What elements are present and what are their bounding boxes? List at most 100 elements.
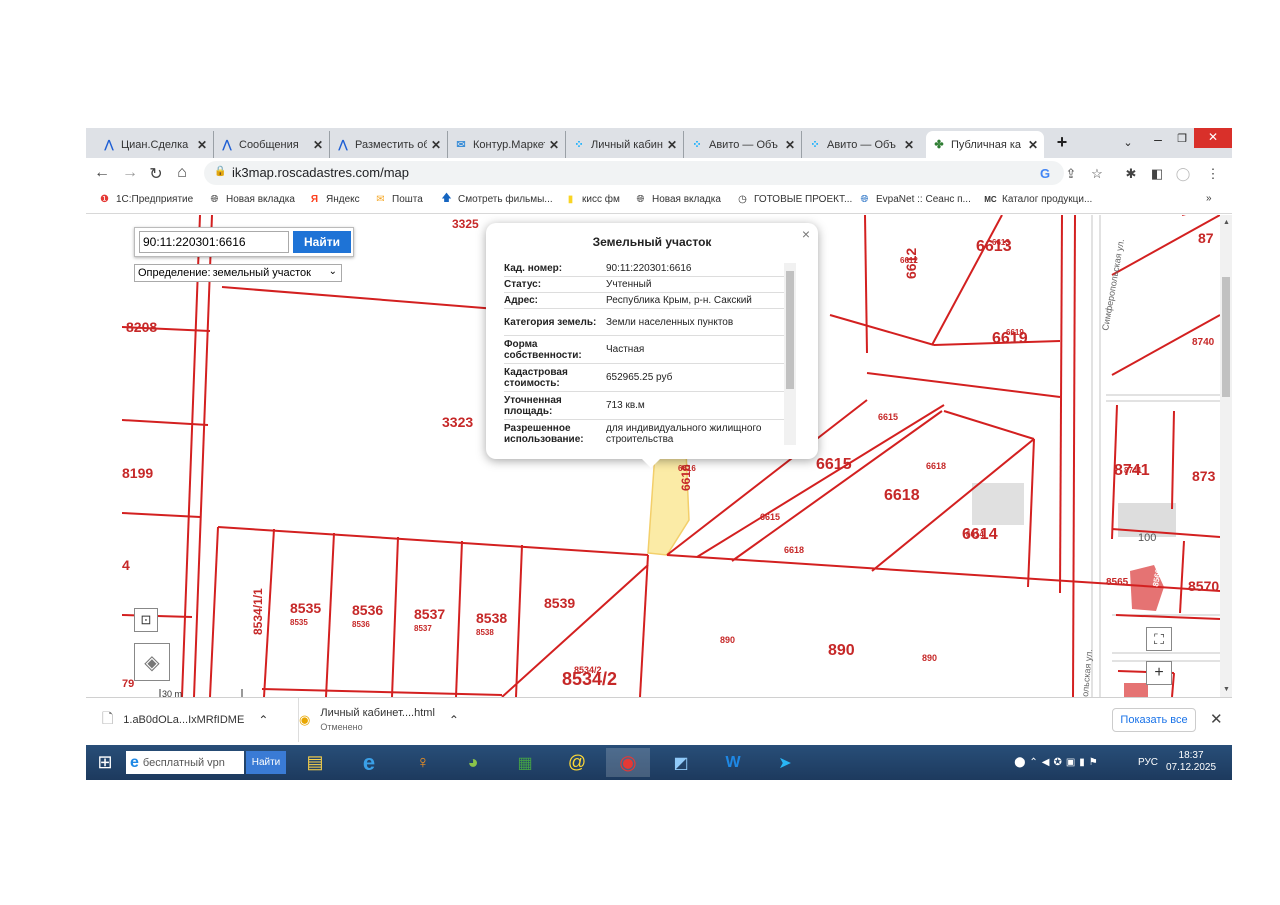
row-key: Разрешенное использование: bbox=[504, 423, 584, 445]
bookmark-evpanet[interactable]: 🌐︎ EvpaNet :: Сеанс п... bbox=[858, 193, 971, 206]
tab-kontur[interactable]: ✉ Контур.Маркет ✕ bbox=[448, 131, 566, 158]
bookmark-new-tab-2[interactable]: 🌐︎ Новая вкладка bbox=[634, 193, 721, 206]
bookmark-1c[interactable]: ❶ 1С:Предприятие bbox=[98, 193, 193, 206]
share-icon[interactable]: ⇪ bbox=[1062, 166, 1080, 182]
address-bar: ← → ↻ ⌂ 🔒 ik3map.roscadastres.com/map G … bbox=[86, 158, 1232, 188]
map-label: 8536 bbox=[352, 620, 370, 629]
odnoklassniki-icon[interactable]: ♀ bbox=[408, 748, 438, 777]
scroll-down-icon[interactable]: ▼ bbox=[1223, 686, 1230, 693]
bookmarks-overflow-icon[interactable]: » bbox=[1206, 193, 1212, 204]
close-icon[interactable]: ✕ bbox=[667, 138, 677, 152]
bookmark-movies[interactable]: 🡅 Смотреть фильмы... bbox=[440, 193, 552, 206]
map-label: 4 bbox=[122, 557, 130, 573]
chevron-down-icon: ⌄ bbox=[328, 266, 337, 277]
scrollbar-thumb[interactable] bbox=[1222, 277, 1230, 397]
tab-messages[interactable]: ⋀ Сообщения ✕ bbox=[214, 131, 330, 158]
bookmark-kiss-fm[interactable]: ▮ кисс фм bbox=[564, 193, 620, 206]
avito-icon: ⁘ bbox=[810, 139, 820, 151]
file-explorer-icon[interactable]: ▤ bbox=[300, 748, 330, 777]
map-label: 890 bbox=[828, 642, 855, 659]
popup-scrollbar[interactable] bbox=[784, 263, 796, 445]
bookmark-label: Яндекс bbox=[326, 194, 360, 205]
close-icon[interactable]: ✕ bbox=[1210, 710, 1223, 728]
search-button[interactable]: Найти bbox=[293, 231, 351, 253]
cian-icon: ⋀ bbox=[104, 139, 114, 151]
close-icon[interactable]: ✕ bbox=[431, 138, 441, 152]
back-icon[interactable]: ← bbox=[92, 164, 112, 182]
windows-start-icon[interactable]: ⊞ bbox=[92, 748, 118, 777]
network-app-icon[interactable]: ◩ bbox=[666, 748, 696, 777]
download-item[interactable]: 🗋 1.aB0dOLa...IxMRfIDME ⌃ bbox=[102, 698, 282, 742]
language-indicator[interactable]: РУС bbox=[1138, 757, 1158, 768]
download-name: 1.aB0dOLa...IxMRfIDME bbox=[123, 714, 245, 726]
map-label: 8536 bbox=[352, 602, 383, 618]
chrome-icon: ◉ bbox=[299, 712, 311, 727]
new-tab-button[interactable]: + bbox=[1052, 133, 1072, 153]
popup-scrollbar-thumb[interactable] bbox=[786, 271, 794, 389]
bookmark-label: EvpaNet :: Сеанс п... bbox=[876, 194, 971, 205]
ruler-icon[interactable]: ⊡ bbox=[134, 608, 158, 632]
map-label: 3325 bbox=[452, 217, 479, 231]
map-label: 79 bbox=[122, 678, 134, 690]
taskbar-search-text: бесплатный vpn bbox=[142, 756, 225, 769]
folder-icon: ▮ bbox=[567, 194, 574, 205]
tab-cian-deal[interactable]: ⋀ Циан.Сделка ✕ bbox=[96, 131, 214, 158]
menu-icon[interactable]: ⋮ bbox=[1204, 166, 1222, 182]
close-icon[interactable]: ✕ bbox=[904, 138, 914, 152]
taskbar-search-button[interactable]: Найти bbox=[246, 751, 286, 774]
close-icon[interactable]: ✕ bbox=[549, 138, 559, 152]
google-icon[interactable]: G bbox=[1036, 166, 1054, 181]
layers-icon[interactable]: ◈ bbox=[134, 643, 170, 681]
definition-select[interactable]: Определение: земельный участок ⌄ bbox=[134, 264, 342, 282]
bookmark-ready-projects[interactable]: ◷ ГОТОВЫЕ ПРОЕКТ... bbox=[736, 193, 852, 206]
bookmark-yandex[interactable]: Я Яндекс bbox=[308, 193, 360, 206]
excel-icon[interactable]: ▦ bbox=[510, 748, 540, 777]
close-window-button[interactable]: ✕ bbox=[1194, 128, 1232, 148]
word-icon[interactable]: W bbox=[718, 748, 748, 777]
sidepanel-icon[interactable]: ◧ bbox=[1148, 166, 1166, 182]
mail-ru-icon[interactable]: @ bbox=[562, 748, 592, 777]
close-icon[interactable]: ✕ bbox=[785, 138, 795, 152]
forward-icon[interactable]: → bbox=[120, 164, 140, 182]
chevron-up-icon[interactable]: ⌃ bbox=[258, 713, 268, 727]
bookmark-new-tab-1[interactable]: 🌐︎ Новая вкладка bbox=[208, 193, 295, 206]
clock[interactable]: 18:37 07.12.2025 bbox=[1166, 750, 1216, 774]
tab-personal-cabinet[interactable]: ⁘ Личный кабин ✕ bbox=[566, 131, 684, 158]
download-item[interactable]: ◉ Личный кабинет....html Отменено ⌃ bbox=[298, 698, 478, 742]
star-icon[interactable]: ☆ bbox=[1088, 166, 1106, 182]
bookmark-mail[interactable]: ✉ Пошта bbox=[374, 193, 423, 206]
close-icon[interactable]: ✕ bbox=[1028, 138, 1038, 152]
restore-button[interactable]: ❐ bbox=[1172, 130, 1192, 150]
close-icon[interactable]: ✕ bbox=[197, 138, 207, 152]
tab-avito-2[interactable]: ⁘ Авито — Объ ✕ bbox=[802, 131, 920, 158]
bookmark-catalog[interactable]: MC Каталог продукци... bbox=[984, 193, 1092, 206]
table-row: Кадастровая стоимость: 652965.25 руб bbox=[504, 364, 786, 392]
show-all-button[interactable]: Показать все bbox=[1112, 708, 1196, 732]
scroll-up-icon[interactable]: ▲ bbox=[1223, 219, 1230, 226]
zoom-in-button[interactable]: + bbox=[1146, 661, 1172, 685]
omnibox[interactable]: 🔒 ik3map.roscadastres.com/map bbox=[204, 161, 1064, 185]
app-icon[interactable]: ◕ bbox=[458, 748, 488, 777]
home-icon[interactable]: ⌂ bbox=[172, 164, 192, 182]
taskbar-search-input[interactable]: e бесплатный vpn bbox=[126, 751, 244, 774]
page-scrollbar[interactable]: ▲ ▼ bbox=[1220, 215, 1232, 697]
tab-label: Сообщения bbox=[239, 138, 299, 151]
url-text: ik3map.roscadastres.com/map bbox=[232, 165, 410, 180]
tab-public-cadastral-map[interactable]: ✤ Публичная ка ✕ bbox=[926, 131, 1044, 158]
search-input[interactable] bbox=[139, 231, 289, 253]
profile-icon[interactable]: ◯ bbox=[1174, 166, 1192, 182]
internet-explorer-icon[interactable]: e bbox=[354, 748, 384, 777]
system-tray-icons[interactable]: ⬤⌃◀✪▣▮⚑ bbox=[988, 748, 1128, 777]
tab-label: Публичная ка bbox=[951, 138, 1022, 151]
reload-icon[interactable]: ↻ bbox=[146, 164, 166, 184]
extensions-icon[interactable]: ✱ bbox=[1122, 166, 1140, 182]
tab-post-ad[interactable]: ⋀ Разместить об ✕ bbox=[330, 131, 448, 158]
chrome-icon[interactable]: ◉ bbox=[606, 748, 650, 777]
telegram-icon[interactable]: ➤ bbox=[770, 748, 800, 777]
fullscreen-icon[interactable]: ⛶ bbox=[1146, 627, 1172, 651]
tab-avito-1[interactable]: ⁘ Авито — Объ ✕ bbox=[684, 131, 802, 158]
tab-search-chevron-icon[interactable]: ⌄ bbox=[1120, 134, 1136, 154]
minimize-button[interactable]: – bbox=[1148, 130, 1168, 150]
close-icon[interactable]: ✕ bbox=[313, 138, 323, 152]
chevron-up-icon[interactable]: ⌃ bbox=[449, 713, 459, 727]
